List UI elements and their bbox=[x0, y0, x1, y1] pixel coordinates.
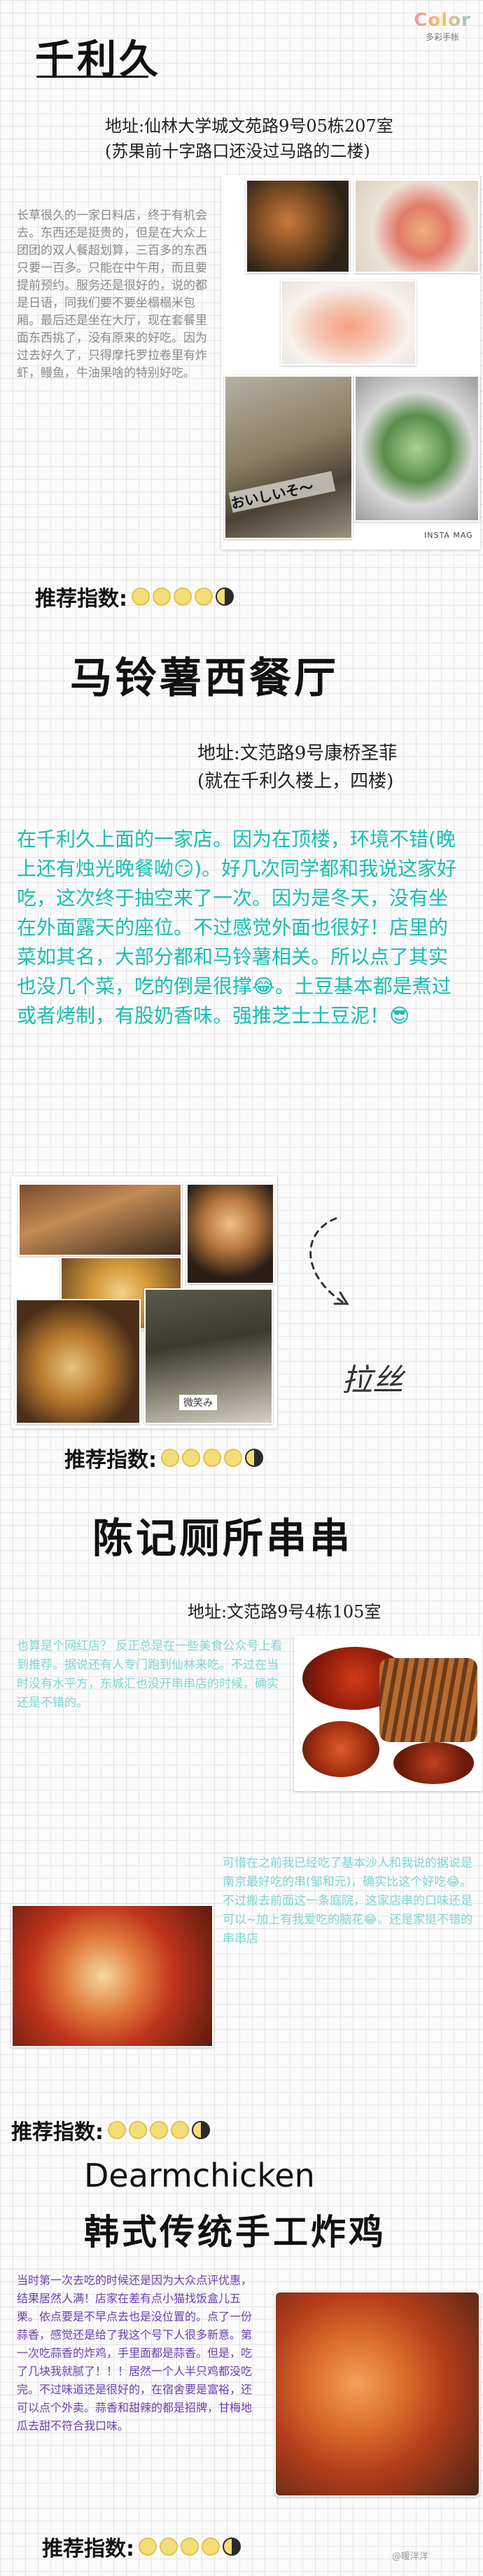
rating-full-dot bbox=[224, 1449, 242, 1467]
handwritten-note: 拉丝 bbox=[342, 1363, 403, 1398]
rating-full-dot bbox=[182, 1449, 200, 1467]
rating-full-dot bbox=[203, 1449, 221, 1467]
rating-full-dot bbox=[129, 2121, 147, 2139]
rating-label: 推荐指数: bbox=[35, 587, 127, 611]
section4-subtitle: 韩式传统手工炸鸡 bbox=[84, 2211, 386, 2253]
section2-rating: 推荐指数: bbox=[64, 1442, 263, 1473]
rating-dots bbox=[132, 587, 234, 606]
rating-full-dot bbox=[108, 2121, 126, 2139]
brand-logo: Color 多彩手帐 bbox=[407, 10, 477, 43]
rating-full-dot bbox=[150, 2121, 168, 2139]
title-underline bbox=[36, 76, 148, 78]
watermark-text: INSTA MAG bbox=[424, 531, 473, 540]
photo-caption: おいしいそ～ bbox=[228, 471, 336, 513]
rating-label: 推荐指数: bbox=[11, 2120, 104, 2145]
brand-logo-text: Color bbox=[407, 10, 477, 31]
section4-photo bbox=[274, 2291, 480, 2497]
rating-dots bbox=[139, 2537, 241, 2556]
food-photo: おいしいそ～ bbox=[224, 375, 353, 539]
section2-photo-collage: 微笑み bbox=[11, 1176, 277, 1428]
section3-title: 陈记厕所串串 bbox=[92, 1515, 354, 1562]
rating-full-dot bbox=[171, 2121, 189, 2139]
rating-label: 推荐指数: bbox=[42, 2537, 134, 2561]
section4-description: 当时第一次去吃的时候还是因为大众点评优惠，结果居然人满！店家在差有点小猫找饭盒儿… bbox=[17, 2274, 253, 2432]
section2-address: 地址:文范路9号康桥圣菲 bbox=[197, 743, 398, 764]
handwritten-arrow-icon bbox=[309, 1217, 349, 1305]
food-photo bbox=[281, 280, 416, 365]
watermark-text: @暖洋洋 bbox=[392, 2551, 429, 2562]
section3-address: 地址:文范路9号4栋105室 bbox=[188, 1602, 382, 1622]
section1-photo-collage: おいしいそ～ INSTA MAG bbox=[221, 175, 480, 550]
rating-half-dot bbox=[245, 1449, 263, 1467]
rating-full-dot bbox=[153, 587, 171, 606]
section3-photo bbox=[11, 1905, 214, 2047]
photo-caption: 微笑み bbox=[179, 1395, 217, 1410]
food-photo bbox=[379, 1658, 477, 1742]
rating-label: 推荐指数: bbox=[64, 1448, 157, 1473]
section3-description-2: 可惜在之前我已经吃了基本沙人和我说的据说是南京最好吃的串(邹和元)，确实比这个好… bbox=[223, 1856, 473, 1946]
section4-title: Dearmchicken bbox=[84, 2157, 315, 2194]
section3-photo bbox=[294, 1636, 482, 1791]
rating-full-dot bbox=[202, 2537, 220, 2556]
food-photo bbox=[302, 1721, 379, 1777]
section3-description-1: 也算是个网红店？ 反正总是在一些美食公众号上看到推荐。据说还有人专门跑到仙林来吃… bbox=[17, 1639, 283, 1710]
food-photo bbox=[246, 179, 350, 273]
brand-subtitle: 多彩手帐 bbox=[425, 32, 459, 42]
food-photo bbox=[15, 1299, 141, 1424]
rating-half-dot bbox=[223, 2537, 241, 2556]
rating-half-dot bbox=[216, 587, 234, 606]
rating-dots bbox=[108, 2121, 210, 2139]
food-photo bbox=[186, 1183, 274, 1284]
rating-full-dot bbox=[181, 2537, 199, 2556]
section2-description: 在千利久上面的一家店。因为在顶楼，环境不错(晚上还有烛光晚餐呦😏)。好几次同学都… bbox=[17, 828, 457, 1027]
section4-rating: 推荐指数: bbox=[42, 2531, 241, 2562]
rating-full-dot bbox=[139, 2537, 157, 2556]
food-photo bbox=[393, 1742, 474, 1784]
section2-address-note: (就在千利久楼上，四楼) bbox=[197, 771, 394, 792]
rating-full-dot bbox=[132, 587, 150, 606]
food-photo: 微笑み bbox=[144, 1288, 273, 1424]
rating-full-dot bbox=[160, 2537, 178, 2556]
food-photo bbox=[354, 375, 479, 522]
rating-dots bbox=[161, 1449, 263, 1467]
section1-address: 地址:仙林大学城文苑路9号05栋207室 bbox=[105, 116, 393, 136]
section2-title: 马铃薯西餐厅 bbox=[70, 654, 339, 703]
rating-half-dot bbox=[192, 2121, 210, 2139]
food-photo bbox=[18, 1183, 182, 1256]
section3-rating: 推荐指数: bbox=[11, 2115, 210, 2145]
rating-full-dot bbox=[174, 587, 192, 606]
rating-full-dot bbox=[195, 587, 213, 606]
rating-full-dot bbox=[161, 1449, 179, 1467]
section1-rating: 推荐指数: bbox=[35, 581, 234, 612]
section1-description: 长草很久的一家日料店，终于有机会去。东西还是挺贵的，但是在大众上团团的双人餐超划… bbox=[17, 209, 207, 380]
section1-address-note: (苏果前十字路口还没过马路的二楼) bbox=[105, 141, 370, 161]
food-photo bbox=[354, 179, 479, 273]
